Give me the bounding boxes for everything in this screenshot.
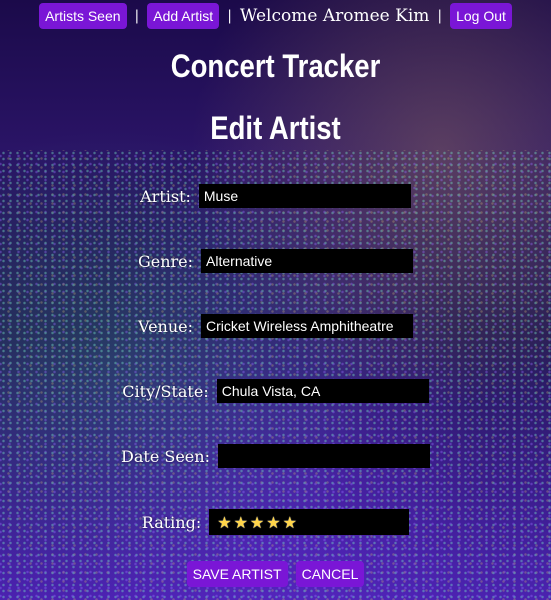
star-icon[interactable]: ★	[266, 513, 280, 532]
star-icon[interactable]: ★	[217, 513, 231, 532]
date-seen-input[interactable]	[217, 444, 430, 468]
date-seen-row: Date Seen:	[0, 444, 551, 468]
genre-label: Genre:	[137, 251, 194, 271]
rating-stars[interactable]: ★ ★ ★ ★ ★	[209, 509, 410, 535]
venue-input[interactable]	[201, 314, 414, 338]
nav-separator: |	[134, 8, 140, 24]
city-state-input[interactable]	[216, 379, 429, 403]
add-artist-button[interactable]: Add Artist	[147, 3, 220, 29]
rating-row: Rating: ★ ★ ★ ★ ★	[0, 509, 551, 535]
app-title: Concert Tracker	[170, 48, 381, 84]
cancel-button[interactable]: CANCEL	[295, 561, 365, 587]
page-title: Edit Artist	[210, 110, 341, 146]
logout-button[interactable]: Log Out	[450, 3, 512, 29]
artists-seen-button[interactable]: Artists Seen	[39, 3, 127, 29]
welcome-text: Welcome Aromee Kim	[239, 6, 430, 26]
star-icon[interactable]: ★	[283, 513, 297, 532]
venue-label: Venue:	[137, 316, 194, 336]
date-seen-label: Date Seen:	[121, 446, 210, 466]
artist-input[interactable]	[198, 184, 411, 208]
save-artist-button[interactable]: SAVE ARTIST	[186, 561, 288, 587]
city-state-row: City/State:	[0, 379, 551, 403]
form-buttons: SAVE ARTIST CANCEL	[0, 561, 551, 587]
top-nav: Artists Seen | Add Artist | Welcome Arom…	[0, 3, 551, 29]
rating-label: Rating:	[141, 512, 202, 532]
artist-row: Artist:	[0, 184, 551, 208]
venue-row: Venue:	[0, 314, 551, 338]
star-icon[interactable]: ★	[250, 513, 264, 532]
artist-label: Artist:	[140, 186, 191, 206]
nav-separator: |	[227, 8, 232, 24]
genre-row: Genre:	[0, 249, 551, 273]
nav-separator: |	[437, 8, 443, 24]
city-state-label: City/State:	[122, 381, 209, 401]
star-icon[interactable]: ★	[234, 513, 248, 532]
genre-input[interactable]	[201, 249, 414, 273]
